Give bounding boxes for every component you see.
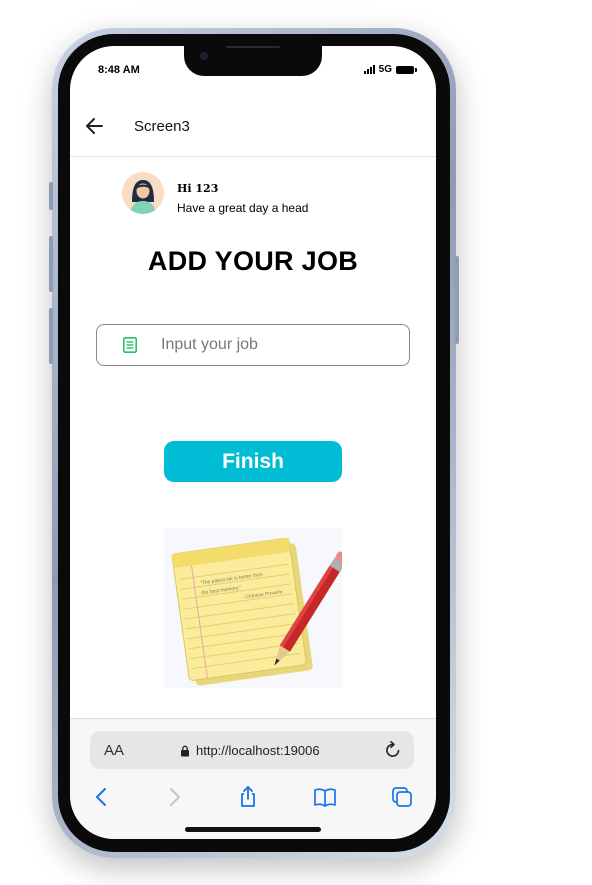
notch: [184, 46, 322, 76]
status-time: 8:48 AM: [98, 64, 140, 76]
bookmarks-icon[interactable]: [313, 785, 337, 809]
text-size-button[interactable]: AA: [104, 742, 124, 759]
browser-toolbar: AA http://localhost:19006: [70, 718, 436, 839]
finish-button[interactable]: Finish: [164, 441, 342, 482]
front-camera: [200, 52, 208, 60]
page-title: Screen3: [134, 118, 190, 135]
url-text: http://localhost:19006: [196, 743, 320, 758]
url-display[interactable]: http://localhost:19006: [180, 743, 320, 758]
back-arrow-icon[interactable]: [84, 115, 106, 137]
greeting-message: Have a great day a head: [177, 201, 309, 215]
app-bar: Screen3: [70, 98, 436, 157]
text-size-label: AA: [104, 742, 125, 759]
battery-icon: [396, 65, 417, 74]
silent-switch: [49, 182, 53, 210]
browser-back-icon[interactable]: [90, 785, 114, 809]
volume-up-button: [49, 236, 53, 292]
phone-screen: 8:48 AM 5G Screen3 Hi 123 Have a great d…: [70, 46, 436, 839]
power-button: [455, 256, 459, 344]
page-heading: ADD YOUR JOB: [147, 246, 359, 276]
job-input-container[interactable]: [96, 324, 410, 366]
avatar-illustration: [122, 172, 164, 214]
speaker: [226, 46, 280, 48]
browser-forward-icon[interactable]: [162, 785, 186, 809]
document-list-icon: [123, 337, 137, 353]
home-indicator: [185, 827, 321, 832]
network-label: 5G: [378, 64, 392, 75]
volume-down-button: [49, 308, 53, 364]
lock-icon: [181, 745, 189, 756]
reload-icon[interactable]: [384, 740, 402, 760]
status-indicators: 5G: [363, 64, 417, 75]
browser-nav-row: [70, 783, 436, 813]
job-input[interactable]: [159, 331, 393, 359]
notepad-pencil-icon: "The palest ink is better than the best …: [171, 537, 349, 686]
tabs-icon[interactable]: [390, 785, 414, 809]
notepad-illustration: "The palest ink is better than the best …: [164, 528, 349, 688]
share-icon[interactable]: [236, 785, 260, 809]
greeting-name: Hi 123: [177, 182, 219, 195]
avatar: [122, 172, 164, 214]
signal-icon: [363, 65, 375, 74]
address-bar[interactable]: AA http://localhost:19006: [90, 731, 414, 769]
